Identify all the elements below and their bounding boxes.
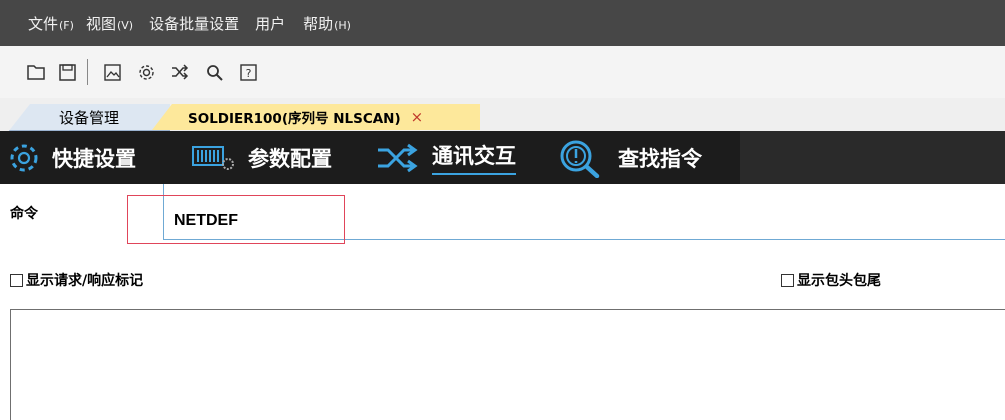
show-header-footer-label: 显示包头包尾: [797, 273, 881, 289]
tab-find-command-label: 查找指令: [618, 146, 702, 171]
show-req-resp-checkbox[interactable]: 显示请求/响应标记: [10, 270, 143, 290]
barcode-config-icon: [192, 144, 236, 172]
checkbox-box[interactable]: [781, 273, 794, 287]
menu-help-accel: (H): [334, 18, 351, 32]
tab-find-command[interactable]: 查找指令: [558, 131, 702, 184]
menu-bar: 文件 (F) 视图 (V) 设备批量设置 用户 帮助 (H): [0, 0, 1005, 46]
tab-quick-settings-label: 快捷设置: [52, 146, 136, 171]
search-icon: [206, 64, 223, 81]
document-tabstrip: 设备管理 SOLDIER100(序列号 NLSCAN) ×: [0, 98, 1005, 132]
settings-button[interactable]: [136, 62, 156, 82]
menu-help[interactable]: 帮助 (H): [303, 13, 351, 34]
gear-icon: [8, 142, 40, 174]
command-input[interactable]: [174, 208, 574, 234]
search-icon: [558, 138, 606, 178]
function-tab-bar: 快捷设置 参数配置 通讯交互 查找指令: [0, 131, 1005, 184]
tab-communication[interactable]: 通讯交互: [376, 131, 516, 184]
checkbox-box[interactable]: [10, 273, 23, 287]
menu-user-label: 用户: [255, 14, 286, 33]
tab-active-device-label: SOLDIER100(序列号 NLSCAN): [188, 111, 401, 127]
tab-device-management-label: 设备管理: [58, 108, 119, 127]
menu-view[interactable]: 视图 (V): [86, 13, 133, 34]
save-button[interactable]: [57, 62, 77, 82]
menu-batch-settings[interactable]: 设备批量设置: [149, 13, 239, 34]
tab-active-device[interactable]: SOLDIER100(序列号 NLSCAN) ×: [152, 104, 480, 130]
tab-device-management[interactable]: 设备管理: [8, 104, 170, 132]
close-tab-icon[interactable]: ×: [411, 108, 424, 126]
image-icon: [103, 63, 121, 81]
menu-user[interactable]: 用户: [255, 13, 285, 34]
tab-parameter-config[interactable]: 参数配置: [192, 131, 332, 184]
folder-icon: [27, 65, 45, 80]
image-button[interactable]: [102, 62, 122, 82]
tab-quick-settings[interactable]: 快捷设置: [8, 131, 136, 184]
help-icon: ?: [239, 63, 257, 81]
response-output-area[interactable]: [10, 309, 1005, 420]
menu-file-accel: (F): [59, 18, 74, 32]
shuffle-icon: [172, 64, 189, 80]
menu-batch-settings-label: 设备批量设置: [149, 14, 240, 33]
svg-text:?: ?: [245, 67, 251, 80]
menu-view-label: 视图: [85, 14, 116, 33]
menu-view-accel: (V): [116, 18, 134, 32]
toolbar: ?: [0, 46, 1005, 98]
menu-file[interactable]: 文件 (F): [28, 13, 74, 34]
communicate-button[interactable]: [170, 62, 190, 82]
show-req-resp-label: 显示请求/响应标记: [26, 273, 144, 289]
menu-help-label: 帮助: [303, 14, 334, 33]
search-button[interactable]: [204, 62, 224, 82]
tab-communication-label: 通讯交互: [432, 140, 516, 175]
shuffle-icon: [376, 142, 420, 174]
command-label: 命令: [10, 206, 38, 222]
show-header-footer-checkbox[interactable]: 显示包头包尾: [781, 270, 881, 290]
toolbar-separator: [87, 59, 88, 85]
tab-parameter-config-label: 参数配置: [248, 146, 332, 171]
menu-file-label: 文件: [28, 14, 59, 33]
save-icon: [58, 63, 76, 81]
open-button[interactable]: [26, 62, 46, 82]
help-button[interactable]: ?: [238, 62, 258, 82]
gear-icon: [138, 64, 154, 80]
